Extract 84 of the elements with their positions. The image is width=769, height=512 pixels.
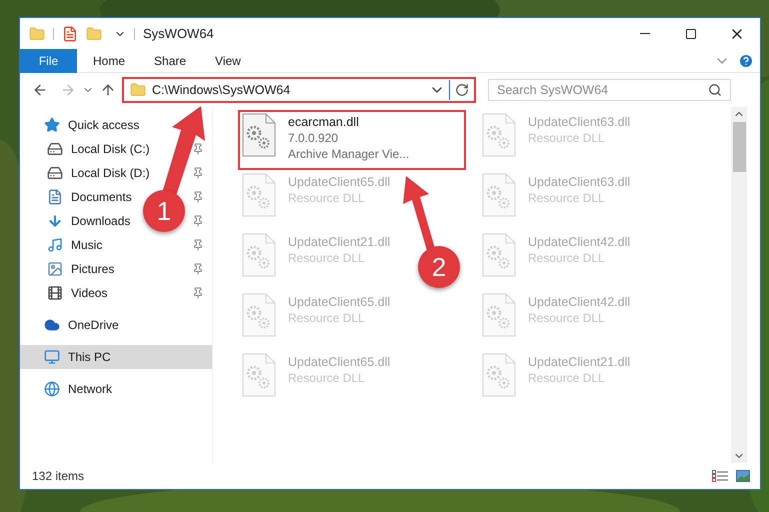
settings-file-icon (482, 173, 516, 217)
search-field[interactable]: Search SysWOW64 (488, 79, 731, 101)
refresh-icon[interactable] (455, 83, 469, 97)
file-detail: Resource DLL (528, 370, 606, 386)
file-detail: Resource DLL (288, 310, 366, 326)
help-icon[interactable] (738, 52, 754, 68)
file-name: ecarcman.dll (288, 114, 360, 130)
monitor-icon (44, 349, 60, 365)
document-icon (47, 189, 63, 205)
sidebar-item[interactable]: Downloads (23, 209, 134, 233)
file-detail: Resource DLL (288, 250, 366, 266)
sidebar-item[interactable]: OneDrive (20, 313, 123, 337)
settings-file-icon (242, 293, 276, 337)
ribbon-tab[interactable]: Share (141, 48, 200, 72)
file-name: UpdateClient63.dll (528, 114, 630, 130)
network-icon (44, 381, 60, 397)
settings-file-icon (482, 353, 516, 397)
sidebar-item[interactable]: Documents (23, 185, 136, 209)
file-name: UpdateClient65.dll (288, 174, 390, 190)
picture-icon (47, 261, 63, 277)
star-icon (44, 117, 60, 133)
file-name: UpdateClient63.dll (528, 174, 630, 190)
scrollbar[interactable] (731, 107, 747, 463)
up-icon[interactable] (100, 82, 116, 98)
file-name: UpdateClient21.dll (288, 234, 390, 250)
search-input[interactable]: Search SysWOW64 (497, 80, 708, 100)
address-bar[interactable]: C:\Windows\SysWOW64 (122, 77, 476, 103)
settings-file-icon (242, 173, 276, 217)
file-name: UpdateClient65.dll (288, 294, 390, 310)
ribbon-tab[interactable]: Home (80, 48, 138, 72)
minimize-icon (640, 33, 650, 34)
settings-file-icon (242, 113, 276, 157)
scroll-thumb[interactable] (732, 122, 746, 172)
large-icons-view-icon[interactable] (736, 470, 750, 482)
settings-file-icon (482, 233, 516, 277)
file-item[interactable]: ecarcman.dll 7.0.0.920 Archive Manager Vie... (239, 111, 465, 169)
music-note-icon (47, 237, 63, 253)
drive-icon (47, 165, 63, 181)
settings-file-icon (242, 233, 276, 277)
back-icon[interactable] (32, 82, 48, 98)
item-count: 132 items (32, 468, 84, 485)
file-detail: Resource DLL (288, 370, 366, 386)
sidebar-item[interactable]: This PC (20, 345, 212, 369)
address-path: C:\Windows\SysWOW64 (152, 82, 292, 99)
pin-icon[interactable] (192, 191, 204, 203)
file-detail: 7.0.0.920 (288, 130, 340, 146)
file-detail: Archive Manager Vie... (288, 146, 410, 162)
settings-file-icon (482, 113, 516, 157)
pin-icon[interactable] (192, 215, 204, 227)
cloud-icon (44, 317, 60, 333)
file-detail: Resource DLL (528, 250, 606, 266)
pin-icon[interactable] (192, 239, 204, 251)
sidebar-item[interactable]: Local Disk (D:) (23, 161, 154, 185)
sidebar-item[interactable]: Network (20, 377, 116, 401)
sidebar-item[interactable]: Videos (23, 281, 112, 305)
pin-icon[interactable] (192, 287, 204, 299)
drive-icon (47, 141, 63, 157)
film-icon (47, 285, 63, 301)
pin-icon[interactable] (192, 263, 204, 275)
file-detail: Resource DLL (528, 190, 606, 206)
maximize-icon (685, 28, 697, 40)
forward-icon[interactable] (60, 82, 76, 98)
window-title: SysWOW64 (143, 24, 214, 43)
pin-icon[interactable] (192, 167, 204, 179)
folder-icon (130, 82, 146, 98)
file-detail: Resource DLL (288, 190, 366, 206)
file-detail: Resource DLL (528, 130, 606, 146)
file-name: UpdateClient21.dll (528, 354, 630, 370)
sidebar-item[interactable]: Music (23, 233, 106, 257)
properties-icon[interactable] (62, 26, 78, 42)
sidebar-item[interactable]: Local Disk (C:) (23, 137, 154, 161)
settings-file-icon (482, 293, 516, 337)
file-name: UpdateClient42.dll (528, 294, 630, 310)
settings-file-icon (242, 353, 276, 397)
file-name: UpdateClient65.dll (288, 354, 390, 370)
download-icon (47, 213, 63, 229)
sidebar-item[interactable]: Quick access (20, 113, 144, 137)
details-view-icon[interactable] (712, 470, 728, 482)
file-name: UpdateClient42.dll (528, 234, 630, 250)
sidebar-item[interactable]: Pictures (23, 257, 118, 281)
search-icon[interactable] (708, 83, 722, 97)
ribbon-tab[interactable]: View (202, 48, 254, 72)
file-detail: Resource DLL (528, 310, 606, 326)
pin-icon[interactable] (192, 143, 204, 155)
